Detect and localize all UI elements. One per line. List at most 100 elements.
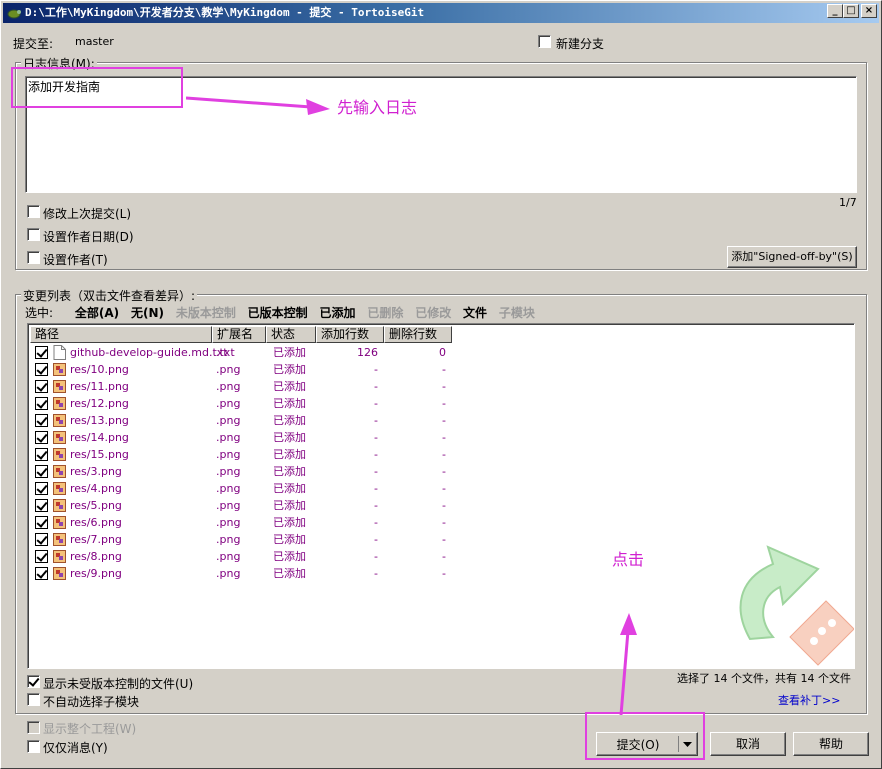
table-row[interactable]: res/3.png .png 已添加 - - bbox=[30, 463, 450, 480]
column-deleted-lines[interactable]: 删除行数 bbox=[384, 326, 452, 343]
row-checkbox[interactable] bbox=[35, 550, 48, 563]
cell-path: res/7.png bbox=[70, 533, 122, 546]
row-checkbox[interactable] bbox=[35, 397, 48, 410]
row-checkbox[interactable] bbox=[35, 380, 48, 393]
table-row[interactable]: res/4.png .png 已添加 - - bbox=[30, 480, 450, 497]
changes-list[interactable]: 路径 扩展名 状态 添加行数 删除行数 github-develop-guide… bbox=[27, 323, 855, 669]
cell-deleted-lines: - bbox=[442, 550, 446, 563]
no-auto-submodule-label: 不自动选择子模块 bbox=[43, 695, 140, 709]
table-row[interactable]: res/15.png .png 已添加 - - bbox=[30, 446, 450, 463]
row-checkbox[interactable] bbox=[35, 516, 48, 529]
row-checkbox[interactable] bbox=[35, 431, 48, 444]
changes-group-label: 变更列表（双击文件查看差异）: bbox=[21, 287, 198, 304]
annotation-commit-box bbox=[585, 712, 705, 760]
cell-deleted-lines: - bbox=[442, 448, 446, 461]
cell-path: res/8.png bbox=[70, 550, 122, 563]
row-checkbox[interactable] bbox=[35, 482, 48, 495]
table-row[interactable]: res/8.png .png 已添加 - - bbox=[30, 548, 450, 565]
tortoise-icon bbox=[7, 9, 21, 19]
cell-status: 已添加 bbox=[273, 567, 306, 580]
cell-extension: .png bbox=[216, 431, 241, 444]
row-checkbox[interactable] bbox=[35, 533, 48, 546]
set-author-date-checkbox[interactable] bbox=[27, 228, 40, 241]
annotation-message-box bbox=[11, 67, 183, 108]
image-file-icon bbox=[53, 363, 66, 376]
table-row[interactable]: res/7.png .png 已添加 - - bbox=[30, 531, 450, 548]
cell-extension: .png bbox=[216, 397, 241, 410]
no-auto-submodule-checkbox[interactable] bbox=[27, 693, 40, 706]
maximize-button[interactable]: □ bbox=[843, 4, 859, 18]
cell-deleted-lines: - bbox=[442, 499, 446, 512]
row-checkbox[interactable] bbox=[35, 448, 48, 461]
tortoisegit-logo-icon bbox=[739, 545, 854, 666]
cell-path: res/4.png bbox=[70, 482, 122, 495]
image-file-icon bbox=[53, 380, 66, 393]
cell-status: 已添加 bbox=[273, 482, 306, 495]
amend-checkbox[interactable] bbox=[27, 205, 40, 218]
image-file-icon bbox=[53, 414, 66, 427]
show-unversioned-label: 显示未受版本控制的文件(U) bbox=[43, 677, 194, 691]
branch-name: master bbox=[75, 35, 114, 48]
select-versioned-link[interactable]: 已版本控制 bbox=[248, 306, 308, 320]
column-extension[interactable]: 扩展名 bbox=[212, 326, 266, 343]
table-row[interactable]: res/5.png .png 已添加 - - bbox=[30, 497, 450, 514]
title-bar[interactable]: D:\工作\MyKingdom\开发者分支\教学\MyKingdom - 提交 … bbox=[3, 3, 879, 23]
row-checkbox[interactable] bbox=[35, 567, 48, 580]
table-row[interactable]: res/13.png .png 已添加 - - bbox=[30, 412, 450, 429]
cell-status: 已添加 bbox=[273, 465, 306, 478]
cell-path: res/3.png bbox=[70, 465, 122, 478]
select-unversioned-link[interactable]: 未版本控制 bbox=[176, 306, 236, 320]
table-row[interactable]: res/14.png .png 已添加 - - bbox=[30, 429, 450, 446]
column-status[interactable]: 状态 bbox=[266, 326, 316, 343]
set-author-checkbox[interactable] bbox=[27, 251, 40, 264]
show-unversioned-checkbox[interactable] bbox=[27, 675, 40, 688]
row-checkbox[interactable] bbox=[35, 363, 48, 376]
cell-added-lines: - bbox=[374, 482, 378, 495]
new-branch-checkbox[interactable] bbox=[538, 35, 551, 48]
cell-path: res/10.png bbox=[70, 363, 129, 376]
select-deleted-link[interactable]: 已删除 bbox=[367, 306, 403, 320]
view-patch-link[interactable]: 查看补丁>> bbox=[778, 692, 840, 708]
cell-path: res/5.png bbox=[70, 499, 122, 512]
message-only-checkbox[interactable] bbox=[27, 740, 40, 753]
show-whole-project-checkbox[interactable] bbox=[27, 721, 40, 734]
cell-deleted-lines: - bbox=[442, 516, 446, 529]
select-submodules-link[interactable]: 子模块 bbox=[499, 306, 535, 320]
cell-deleted-lines: - bbox=[442, 414, 446, 427]
close-button[interactable]: × bbox=[861, 4, 877, 18]
cell-added-lines: - bbox=[374, 465, 378, 478]
table-row[interactable]: res/10.png .png 已添加 - - bbox=[30, 361, 450, 378]
table-row[interactable]: res/11.png .png 已添加 - - bbox=[30, 378, 450, 395]
cell-added-lines: - bbox=[374, 414, 378, 427]
cell-extension: .png bbox=[216, 550, 241, 563]
image-file-icon bbox=[53, 567, 66, 580]
cell-path: res/9.png bbox=[70, 567, 122, 580]
select-modified-link[interactable]: 已修改 bbox=[415, 306, 451, 320]
column-added-lines[interactable]: 添加行数 bbox=[316, 326, 384, 343]
table-row[interactable]: res/6.png .png 已添加 - - bbox=[30, 514, 450, 531]
column-path[interactable]: 路径 bbox=[30, 326, 212, 343]
table-row[interactable]: github-develop-guide.md.txt .txt 已添加 126 0 bbox=[30, 344, 450, 361]
row-checkbox[interactable] bbox=[35, 465, 48, 478]
select-files-link[interactable]: 文件 bbox=[463, 306, 487, 320]
cell-deleted-lines: - bbox=[442, 533, 446, 546]
table-row[interactable]: res/9.png .png 已添加 - - bbox=[30, 565, 450, 582]
row-checkbox[interactable] bbox=[35, 499, 48, 512]
cell-status: 已添加 bbox=[273, 414, 306, 427]
minimize-button[interactable]: _ bbox=[827, 4, 843, 18]
row-checkbox[interactable] bbox=[35, 346, 48, 359]
signed-off-by-button[interactable]: 添加"Signed-off-by"(S) bbox=[727, 246, 857, 268]
select-all-link[interactable]: 全部(A) bbox=[75, 306, 119, 320]
annotation-click: 点击 bbox=[612, 550, 645, 569]
select-added-link[interactable]: 已添加 bbox=[320, 306, 356, 320]
cell-extension: .png bbox=[216, 482, 241, 495]
cancel-button[interactable]: 取消 bbox=[710, 732, 786, 756]
cell-path: res/6.png bbox=[70, 516, 122, 529]
text-file-icon bbox=[53, 345, 66, 360]
table-row[interactable]: res/12.png .png 已添加 - - bbox=[30, 395, 450, 412]
help-button[interactable]: 帮助 bbox=[793, 732, 869, 756]
cell-added-lines: - bbox=[374, 550, 378, 563]
image-file-icon bbox=[53, 465, 66, 478]
row-checkbox[interactable] bbox=[35, 414, 48, 427]
select-none-link[interactable]: 无(N) bbox=[131, 306, 164, 320]
